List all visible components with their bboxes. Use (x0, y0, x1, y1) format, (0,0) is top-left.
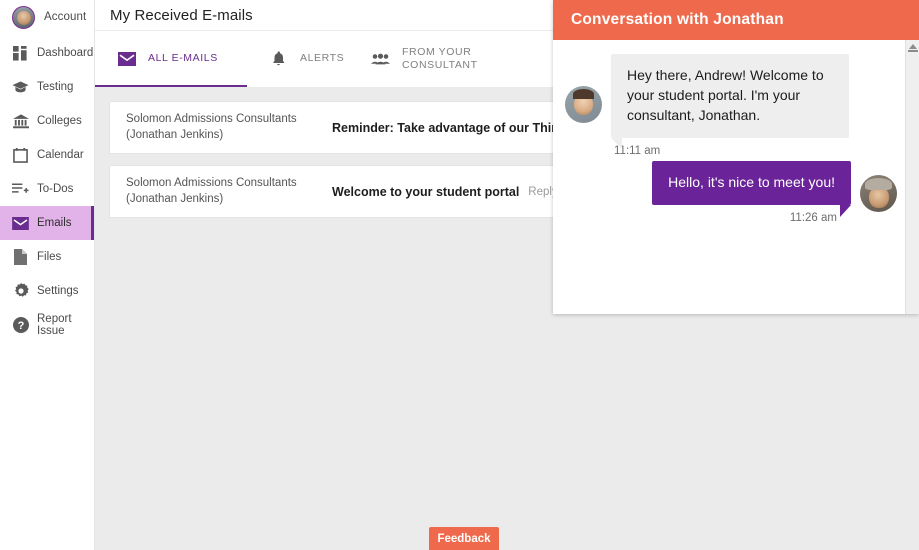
tab-all-emails[interactable]: ALL E-MAILS (95, 31, 247, 87)
chat-scrollbar[interactable] (905, 40, 919, 314)
sidebar-item-report-issue[interactable]: ? Report Issue (0, 308, 94, 342)
message-bubble: Hey there, Andrew! Welcome to your stude… (611, 54, 849, 149)
sidebar-item-files[interactable]: Files (0, 240, 94, 274)
chat-message-outgoing: Hello, it's nice to meet you! 11:26 am (565, 160, 897, 224)
message-timestamp: 11:11 am (614, 144, 661, 157)
svg-text:?: ? (17, 320, 24, 332)
sidebar-item-emails[interactable]: Emails (0, 206, 94, 240)
envelope-icon (12, 215, 29, 232)
feedback-button[interactable]: Feedback (429, 527, 499, 550)
bank-icon (12, 113, 29, 130)
chat-header: Conversation with Jonathan (553, 0, 919, 40)
graduation-cap-icon (12, 79, 29, 96)
tab-label: ALL E-MAILS (148, 52, 218, 65)
dashboard-icon (12, 45, 29, 62)
scroll-up-icon[interactable] (909, 44, 917, 49)
scroll-up-icon-base (908, 50, 918, 52)
sidebar-item-label: Testing (37, 81, 74, 93)
sidebar: Account Dashboard Testing Colleges Calen… (0, 0, 95, 550)
bell-icon (269, 50, 288, 69)
chat-title: Conversation with Jonathan (571, 11, 784, 28)
people-icon (371, 50, 390, 69)
avatar (565, 86, 602, 123)
sidebar-item-testing[interactable]: Testing (0, 70, 94, 104)
sidebar-item-label: To-Dos (37, 183, 74, 195)
avatar (860, 174, 897, 212)
sidebar-item-label: Report Issue (37, 313, 72, 337)
chat-panel: Conversation with Jonathan Hey there, An… (553, 0, 919, 314)
sidebar-item-todos[interactable]: To-Dos (0, 172, 94, 206)
sidebar-item-label: Dashboard (37, 47, 94, 59)
message-bubble: Hello, it's nice to meet you! (652, 160, 851, 217)
sidebar-item-colleges[interactable]: Colleges (0, 104, 94, 138)
chat-message-incoming: Hey there, Andrew! Welcome to your stude… (565, 54, 897, 157)
sidebar-item-account[interactable]: Account (0, 0, 94, 34)
email-sender: Solomon Admissions Consultants (Jonathan… (126, 112, 297, 141)
envelope-icon (117, 50, 136, 69)
sidebar-item-dashboard[interactable]: Dashboard (0, 36, 94, 70)
tab-from-your-consultant[interactable]: FROM YOUR CONSULTANT (349, 31, 529, 87)
sidebar-item-label: Emails (37, 217, 72, 229)
sidebar-item-settings[interactable]: Settings (0, 274, 94, 308)
sidebar-item-label: Files (37, 251, 62, 263)
sidebar-item-label: Settings (37, 285, 79, 297)
email-sender: Solomon Admissions Consultants (Jonathan… (126, 176, 297, 205)
calendar-icon (12, 147, 29, 164)
sidebar-item-calendar[interactable]: Calendar (0, 138, 94, 172)
file-icon (12, 249, 29, 266)
chat-message-list: Hey there, Andrew! Welcome to your stude… (553, 40, 919, 314)
gear-icon (12, 283, 29, 300)
sidebar-item-label: Colleges (37, 115, 82, 127)
avatar (12, 5, 35, 29)
tab-label: FROM YOUR CONSULTANT (402, 45, 478, 71)
page-title: My Received E-mails (110, 6, 253, 24)
app-root: Account Dashboard Testing Colleges Calen… (0, 0, 919, 550)
message-timestamp: 11:26 am (789, 211, 837, 224)
account-label: Account (44, 11, 87, 23)
list-plus-icon (12, 181, 29, 198)
question-circle-icon: ? (12, 317, 29, 334)
sidebar-item-label: Calendar (37, 149, 84, 161)
email-subject: Welcome to your student portal (332, 184, 520, 199)
tab-label: ALERTS (300, 52, 345, 65)
tab-alerts[interactable]: ALERTS (247, 31, 349, 87)
